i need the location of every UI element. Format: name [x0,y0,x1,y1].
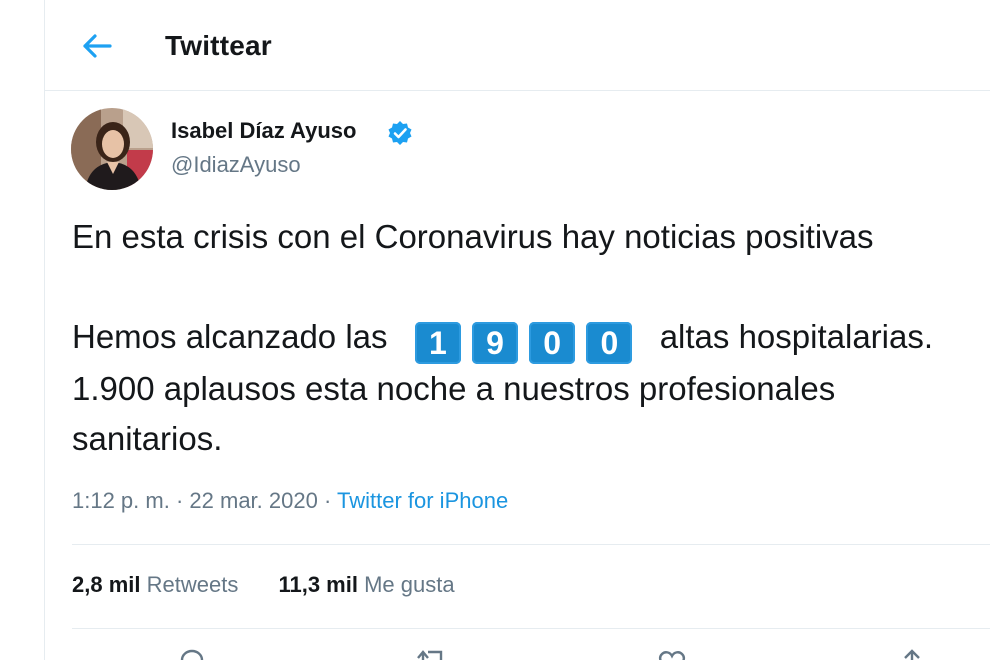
reply-icon [180,649,204,660]
avatar[interactable] [71,108,153,190]
retweets-stat[interactable]: 2,8 mil Retweets [72,572,238,598]
retweet-button[interactable] [412,646,452,660]
retweets-count: 2,8 mil [72,572,141,597]
share-icon [904,649,920,660]
divider [72,628,990,629]
keycap-digit-emoji: 9 [472,322,519,364]
tweet-line: sanitarios. [72,420,223,457]
author-handle[interactable]: @IdiazAyuso [171,152,301,178]
retweet-icon [417,650,443,660]
tweet-line: 1.900 aplausos esta noche a nuestros pro… [72,370,836,407]
meta-separator: · [169,488,190,513]
tweet-line-with-keycaps: Hemos alcanzado las 1 9 0 0 altas hospit… [72,312,990,364]
like-button[interactable] [652,646,692,660]
author-name[interactable]: Isabel Díaz Ayuso [171,118,356,144]
divider [72,544,990,545]
retweets-label: Retweets [146,572,239,597]
column-border [44,0,45,660]
tweet-date[interactable]: 22 mar. 2020 [189,488,317,513]
page-title: Twittear [165,30,272,61]
like-icon [658,651,686,660]
engagement-stats: 2,8 mil Retweets 11,3 mil Me gusta [72,572,455,598]
arrow-left-icon [83,34,112,58]
tweet-actions-bar [72,640,990,660]
tweet-source-link[interactable]: Twitter for iPhone [337,488,508,513]
tweet-line: En esta crisis con el Coronavirus hay no… [72,218,874,255]
keycap-digit-emoji: 1 [414,322,461,364]
back-button[interactable] [72,24,122,68]
likes-stat[interactable]: 11,3 mil Me gusta [278,572,454,598]
tweet-text-fragment: Hemos alcanzado las [72,318,388,355]
tweet-time[interactable]: 1:12 p. m. [72,488,170,513]
tweet-body: En esta crisis con el Coronavirus hay no… [72,212,990,464]
meta-separator: · [317,488,337,513]
reply-button[interactable] [172,646,212,660]
keycap-digit-emoji: 0 [529,322,576,364]
share-button[interactable] [892,646,932,660]
keycap-digit-emoji: 0 [586,322,633,364]
tweet-metadata: 1:12 p. m. · 22 mar. 2020 · Twitter for … [72,488,508,514]
likes-label: Me gusta [364,572,455,597]
verified-badge-icon [388,121,412,145]
tweet-text-fragment: altas hospitalarias. [659,318,934,355]
likes-count: 11,3 mil [278,572,358,597]
tweet-page: Twittear Isabel Díaz Ayuso @IdiazAyuso E… [0,0,990,660]
